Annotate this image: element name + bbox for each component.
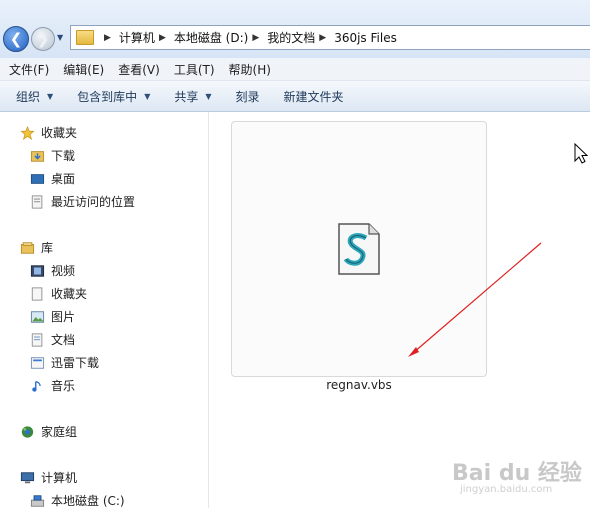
organize-label: 组织	[16, 89, 41, 104]
breadcrumb-separator-icon[interactable]: ▶	[319, 33, 326, 43]
nav-label: 文档	[51, 333, 76, 347]
watermark-url: jingyan.baidu.com	[460, 484, 553, 495]
nav-libraries[interactable]: 库	[20, 239, 53, 256]
nav-label: 家庭组	[41, 425, 78, 439]
computer-icon	[20, 471, 35, 483]
hard-drive-icon	[30, 494, 45, 507]
breadcrumb-separator-icon[interactable]: ▶	[104, 33, 111, 43]
history-dropdown-icon[interactable]: ▼	[57, 33, 63, 42]
star-icon	[20, 125, 35, 140]
nav-label: 最近访问的位置	[51, 195, 136, 209]
nav-xunlei-downloads[interactable]: 迅雷下载	[30, 354, 99, 371]
arrow-left-icon: ❮	[9, 30, 23, 48]
menu-file[interactable]: 文件(F)	[4, 61, 54, 78]
vbs-script-icon	[338, 223, 380, 275]
address-bar-area: ❮ ❯ ▼ ▶ 计算机 ▶ 本地磁盘 (D:) ▶ 我的文档 ▶ 360js F…	[0, 0, 590, 58]
document-icon	[31, 286, 43, 301]
chevron-down-icon: ▼	[205, 91, 212, 101]
chevron-down-icon: ▼	[47, 91, 54, 101]
menu-help[interactable]: 帮助(H)	[224, 61, 276, 78]
breadcrumb-separator-icon[interactable]: ▶	[252, 33, 259, 43]
menu-tools[interactable]: 工具(T)	[169, 61, 220, 78]
nav-downloads[interactable]: 下载	[30, 147, 75, 164]
nav-label: 收藏夹	[51, 287, 88, 301]
nav-library-favorites[interactable]: 收藏夹	[30, 285, 87, 302]
nav-label: 图片	[51, 310, 76, 324]
menu-view[interactable]: 查看(V)	[113, 61, 165, 78]
breadcrumb-computer[interactable]: 计算机	[119, 29, 155, 46]
file-list-pane: regnav.vbs	[209, 112, 590, 508]
include-label: 包含到库中	[77, 89, 138, 104]
new-folder-button[interactable]: 新建文件夹	[284, 88, 344, 105]
pictures-icon	[30, 310, 45, 323]
recent-places-icon	[31, 194, 43, 209]
nav-label: 本地磁盘 (C:)	[51, 494, 125, 508]
nav-recent-places[interactable]: 最近访问的位置	[30, 193, 135, 210]
nav-label: 音乐	[51, 379, 76, 393]
nav-label: 迅雷下载	[51, 356, 100, 370]
menu-bar: 文件(F) 编辑(E) 查看(V) 工具(T) 帮助(H)	[0, 58, 590, 81]
folder-icon	[76, 30, 94, 45]
homegroup-icon	[21, 425, 34, 438]
breadcrumb-my-documents[interactable]: 我的文档	[267, 29, 315, 46]
nav-label: 桌面	[51, 172, 76, 186]
burn-button[interactable]: 刻录	[236, 88, 260, 105]
nav-label: 视频	[51, 264, 76, 278]
include-in-library-button[interactable]: 包含到库中 ▼	[77, 88, 150, 105]
nav-label: 下载	[51, 149, 76, 163]
nav-homegroup[interactable]: 家庭组	[20, 423, 77, 440]
baidu-watermark: Bai du 经验	[452, 461, 582, 486]
nav-desktop[interactable]: 桌面	[30, 170, 75, 187]
nav-computer[interactable]: 计算机	[20, 469, 77, 486]
video-icon	[30, 264, 45, 277]
nav-favorites[interactable]: 收藏夹	[20, 124, 77, 141]
menu-edit[interactable]: 编辑(E)	[58, 61, 109, 78]
nav-label: 计算机	[41, 471, 78, 485]
nav-label: 库	[41, 241, 54, 255]
command-toolbar: 组织 ▼ 包含到库中 ▼ 共享 ▼ 刻录 新建文件夹	[0, 81, 590, 112]
documents-icon	[31, 332, 43, 347]
nav-music[interactable]: 音乐	[30, 377, 75, 394]
share-label: 共享	[174, 89, 199, 104]
breadcrumb-360js-files[interactable]: 360js Files	[334, 31, 397, 45]
nav-label: 收藏夹	[41, 126, 78, 140]
breadcrumb-drive-d[interactable]: 本地磁盘 (D:)	[174, 29, 248, 46]
music-icon	[32, 380, 41, 392]
file-tile[interactable]	[231, 121, 487, 377]
nav-pictures[interactable]: 图片	[30, 308, 75, 325]
navigation-pane: 收藏夹 下载 桌面 最近访问的位置 库 视频 收藏夹 图片 文档 迅雷下载 音乐	[0, 112, 209, 508]
arrow-right-icon: ❯	[36, 30, 50, 48]
library-icon	[20, 241, 35, 254]
xunlei-folder-icon	[30, 356, 45, 369]
forward-button[interactable]: ❯	[31, 27, 55, 51]
address-path-box[interactable]: ▶ 计算机 ▶ 本地磁盘 (D:) ▶ 我的文档 ▶ 360js Files	[70, 25, 590, 50]
file-name-label: regnav.vbs	[326, 378, 392, 392]
chevron-down-icon: ▼	[144, 91, 151, 101]
back-button[interactable]: ❮	[3, 26, 29, 52]
organize-button[interactable]: 组织 ▼	[16, 88, 53, 105]
nav-drive-c[interactable]: 本地磁盘 (C:)	[30, 492, 125, 509]
nav-documents[interactable]: 文档	[30, 331, 75, 348]
nav-videos[interactable]: 视频	[30, 262, 75, 279]
breadcrumb-separator-icon[interactable]: ▶	[159, 33, 166, 43]
desktop-icon	[30, 173, 45, 184]
share-button[interactable]: 共享 ▼	[174, 88, 211, 105]
downloads-folder-icon	[30, 150, 45, 162]
